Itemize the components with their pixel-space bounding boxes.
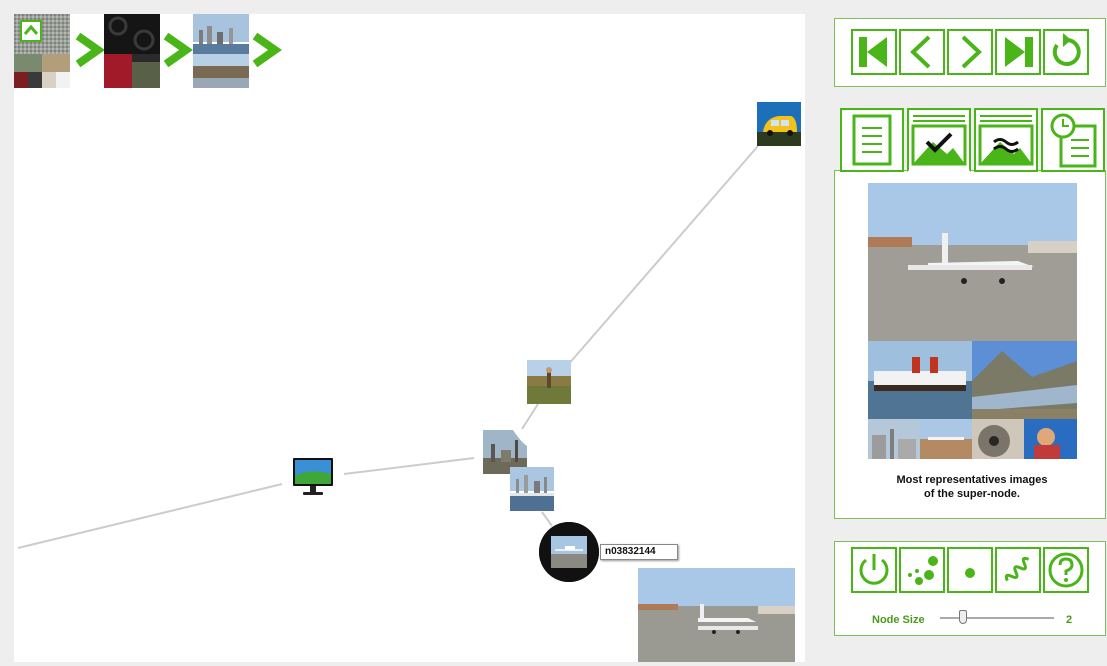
power-button[interactable] — [851, 547, 897, 593]
single-node-button[interactable] — [947, 547, 993, 593]
reset-button[interactable] — [1043, 29, 1089, 75]
monitor-image — [289, 454, 337, 502]
field-worker-image — [527, 360, 571, 404]
rep-image-small-plane — [920, 419, 972, 459]
next-button[interactable] — [947, 29, 993, 75]
node-size-label: Node Size — [872, 614, 925, 626]
edge-harbor-airplane — [541, 511, 553, 527]
chevron-right-icon — [163, 32, 193, 68]
breadcrumb-item-textures[interactable] — [14, 14, 70, 88]
first-button[interactable] — [851, 29, 897, 75]
caption-line-1: Most representatives images — [896, 474, 1048, 486]
up-level-button[interactable] — [20, 20, 42, 42]
breadcrumb-item-patterns[interactable] — [104, 14, 160, 88]
scatter-button[interactable] — [899, 547, 945, 593]
airplane-node-image — [539, 522, 599, 582]
tab-image-similar[interactable] — [974, 108, 1038, 172]
van-thumbnail[interactable] — [757, 102, 801, 146]
scatter-dots-icon — [908, 556, 938, 585]
graph-canvas[interactable]: n03832144 — [14, 14, 805, 662]
chevron-right-icon — [961, 35, 982, 69]
field-worker-thumbnail[interactable] — [527, 360, 571, 404]
airplane-main-image — [868, 183, 1077, 341]
power-icon — [859, 554, 889, 585]
breadcrumb-item-cityscape[interactable] — [193, 14, 249, 88]
millstone-image — [972, 419, 1024, 459]
last-button[interactable] — [995, 29, 1041, 75]
spring-icon — [1004, 556, 1030, 582]
tab-document[interactable] — [840, 108, 904, 172]
node-size-value: 2 — [1066, 614, 1073, 626]
previous-button[interactable] — [899, 29, 945, 75]
rep-image-millstone — [972, 419, 1024, 459]
chevron-right-icon — [252, 32, 282, 68]
document-icon — [852, 114, 892, 166]
dot-icon — [965, 568, 975, 578]
airplane-node[interactable] — [539, 522, 599, 582]
edge-field-industrial — [521, 403, 539, 430]
refresh-icon — [1052, 33, 1081, 66]
rep-image-person — [1024, 419, 1077, 459]
airplane-preview[interactable] — [638, 568, 795, 662]
help-icon — [1048, 552, 1084, 588]
node-size-slider-track[interactable] — [940, 617, 1054, 619]
monitor-thumbnail[interactable] — [289, 454, 337, 502]
chevron-up-icon — [23, 24, 39, 35]
van-image — [757, 102, 801, 146]
river-valley-image — [972, 341, 1077, 419]
rep-image-paddle-steamer — [868, 341, 972, 419]
graph-edges — [17, 145, 759, 549]
chevron-left-icon — [910, 35, 931, 69]
airplane-preview-image — [638, 568, 795, 662]
skip-first-icon — [859, 37, 887, 67]
patterns-collage-image — [104, 14, 160, 88]
rep-image-river-valley — [972, 341, 1077, 419]
edge-van-field — [566, 145, 759, 367]
info-caption: Most representatives images of the super… — [838, 473, 1106, 501]
node-id-label: n03832144 — [600, 544, 678, 560]
paddle-steamer-image — [868, 341, 972, 419]
edge-industrial-monitor — [343, 457, 475, 475]
help-button[interactable] — [1043, 547, 1089, 593]
tab-history[interactable] — [1041, 108, 1105, 172]
history-clipboard-icon — [1050, 113, 1097, 168]
factory-image — [868, 419, 920, 459]
chevron-right-icon — [75, 32, 105, 68]
person-image — [1024, 419, 1077, 459]
harbor-thumbnail[interactable] — [510, 467, 554, 511]
node-size-slider-handle[interactable] — [959, 610, 967, 624]
edge-monitor-left — [17, 483, 283, 549]
image-similar-icon — [978, 115, 1034, 166]
skip-last-icon — [1005, 37, 1033, 67]
small-plane-image — [920, 419, 972, 459]
image-check-icon — [911, 115, 967, 166]
spring-button[interactable] — [995, 547, 1041, 593]
caption-line-2: of the super-node. — [924, 488, 1020, 500]
cityscape-collage-image — [193, 14, 249, 88]
harbor-image — [510, 467, 554, 511]
tab-image-check[interactable] — [907, 108, 971, 172]
main-representative-image — [868, 183, 1077, 341]
rep-image-factory — [868, 419, 920, 459]
